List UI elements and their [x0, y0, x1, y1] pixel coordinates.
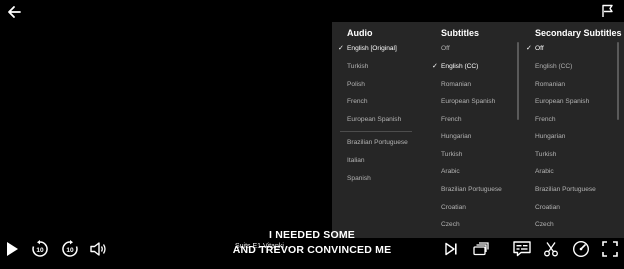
subtitles-option[interactable]: Turkish	[441, 150, 462, 160]
audio-option[interactable]: Brazilian Portuguese	[347, 138, 408, 148]
report-problem-button[interactable]	[598, 2, 618, 20]
audio-option[interactable]: Polish	[347, 80, 365, 90]
secondary-subtitles-option[interactable]: Brazilian Portuguese	[535, 185, 596, 195]
subtitles-option[interactable]: Off	[441, 44, 450, 54]
audio-option[interactable]: French	[347, 97, 368, 107]
play-icon	[7, 242, 18, 256]
audio-option[interactable]: Turkish	[347, 62, 368, 72]
audio-subtitles-button[interactable]	[511, 238, 533, 260]
secondary-subtitles-option[interactable]: Croatian	[535, 203, 560, 213]
secondary-subtitles-scrollbar[interactable]	[617, 42, 619, 120]
subtitles-option[interactable]: English (CC)	[441, 62, 478, 72]
subtitles-icon	[513, 241, 531, 257]
secondary-subtitles-option[interactable]: European Spanish	[535, 97, 589, 107]
secondary-subtitles-option[interactable]: French	[535, 115, 556, 125]
subtitles-option[interactable]: European Spanish	[441, 97, 495, 107]
subtitles-option[interactable]: Romanian	[441, 80, 471, 90]
secondary-subtitles-option[interactable]: Hungarian	[535, 132, 565, 142]
forward-seconds-label: 10	[66, 247, 74, 254]
subtitles-scrollbar[interactable]	[517, 42, 519, 120]
audio-option[interactable]: English [Original]	[347, 44, 397, 54]
playback-speed-button[interactable]	[571, 239, 591, 259]
audio-option[interactable]: European Spanish	[347, 115, 401, 125]
episodes-icon	[473, 242, 489, 256]
audio-option[interactable]: Italian	[347, 156, 365, 166]
back-button[interactable]	[4, 2, 24, 22]
audio-divider	[340, 131, 412, 132]
audio-header: Audio	[347, 28, 373, 38]
fullscreen-button[interactable]	[600, 239, 620, 259]
volume-button[interactable]	[89, 239, 109, 259]
next-episode-icon	[445, 242, 457, 256]
secondary-subtitles-option[interactable]: Romanian	[535, 80, 565, 90]
check-icon: ✓	[432, 63, 438, 70]
secondary-subtitles-header: Secondary Subtitles	[535, 28, 622, 38]
secondary-subtitles-option[interactable]: Arabic	[535, 167, 554, 177]
check-icon: ✓	[338, 45, 344, 52]
volume-icon	[90, 242, 106, 256]
audio-subtitles-panel: Audio English [Original] ✓ Turkish Polish Fr…	[332, 22, 624, 238]
scissors-icon	[544, 242, 558, 257]
secondary-subtitles-option[interactable]: Turkish	[535, 150, 556, 160]
subtitles-header: Subtitles	[441, 28, 480, 38]
rewind-button[interactable]: 10	[30, 239, 50, 259]
rewind-seconds-label: 10	[36, 247, 44, 254]
secondary-subtitles-option[interactable]: Off	[535, 44, 544, 54]
check-icon: ✓	[526, 45, 532, 52]
forward-10-icon: 10	[62, 240, 78, 257]
forward-button[interactable]: 10	[60, 239, 80, 259]
subtitles-option[interactable]: Croatian	[441, 203, 466, 213]
subtitles-option[interactable]: Arabic	[441, 167, 460, 177]
audio-option[interactable]: Spanish	[347, 174, 371, 184]
subtitles-option[interactable]: Brazilian Portuguese	[441, 185, 502, 195]
subtitles-option[interactable]: French	[441, 115, 462, 125]
fullscreen-icon	[602, 241, 618, 257]
flag-icon	[602, 4, 613, 17]
next-episode-button[interactable]	[441, 239, 461, 259]
play-button[interactable]	[3, 239, 21, 259]
speedometer-icon	[572, 240, 590, 258]
back-arrow-icon	[8, 6, 21, 18]
secondary-subtitles-option[interactable]: English (CC)	[535, 62, 572, 72]
rewind-10-icon: 10	[32, 240, 48, 257]
secondary-subtitles-column: Secondary Subtitles Off ✓ English (CC) Roma…	[520, 22, 624, 238]
subtitles-option[interactable]: Hungarian	[441, 132, 471, 142]
clip-button[interactable]	[541, 239, 561, 259]
audio-column: Audio English [Original] ✓ Turkish Polish Fr…	[332, 22, 424, 238]
episodes-button[interactable]	[471, 239, 491, 259]
subtitles-column: Subtitles Off English (CC) ✓ Romanian Europe…	[426, 22, 520, 238]
